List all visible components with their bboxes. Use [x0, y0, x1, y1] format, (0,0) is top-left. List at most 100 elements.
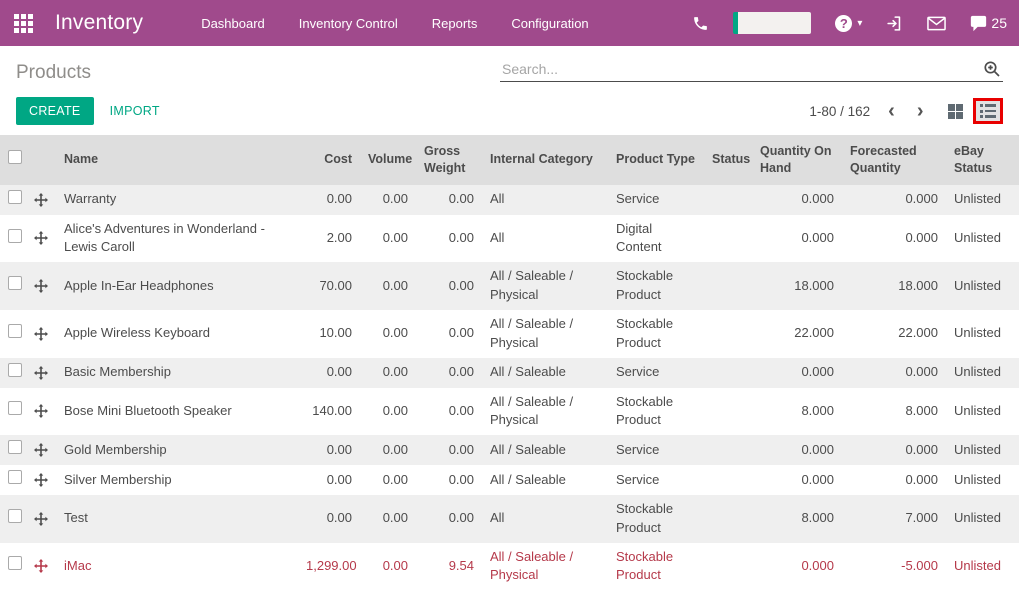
- row-checkbox[interactable]: [8, 228, 22, 243]
- cell-volume: 0.00: [382, 510, 408, 526]
- sign-in-icon[interactable]: [886, 15, 903, 32]
- row-checkbox[interactable]: [8, 189, 22, 204]
- header-volume[interactable]: Volume: [360, 135, 416, 185]
- menu-dashboard[interactable]: Dashboard: [201, 16, 265, 31]
- pager-previous-button[interactable]: ‹: [884, 101, 899, 121]
- cell-quantity-on-hand: 0.000: [801, 471, 834, 487]
- cell-ebay-status: Unlisted: [954, 441, 1001, 457]
- cell-forecasted-quantity: 18.000: [898, 277, 938, 293]
- menu-reports[interactable]: Reports: [432, 16, 478, 31]
- row-checkbox[interactable]: [8, 556, 22, 571]
- cell-product-type: Digital Content: [616, 220, 662, 255]
- search-zoom-icon[interactable]: [983, 60, 1001, 78]
- cell-forecasted-quantity: 0.000: [905, 471, 938, 487]
- row-checkbox[interactable]: [8, 470, 22, 485]
- drag-handle-icon[interactable]: [34, 365, 48, 380]
- app-title[interactable]: Inventory: [55, 11, 143, 35]
- cell-cost: 0.00: [326, 191, 352, 207]
- pager-next-button[interactable]: ›: [913, 101, 928, 121]
- cell-volume: 0.00: [382, 325, 408, 341]
- cell-status: [704, 495, 752, 543]
- cell-product-type: Service: [616, 471, 660, 487]
- cell-gross-weight: 9.54: [448, 557, 474, 573]
- cell-product-type: Stockable Product: [616, 548, 674, 583]
- create-button[interactable]: CREATE: [16, 97, 94, 125]
- cell-forecasted-quantity: 8.000: [905, 402, 938, 418]
- chat-bubble-icon[interactable]: 25: [970, 15, 1007, 32]
- table-row[interactable]: Bose Mini Bluetooth Speaker 140.00 0.00 …: [0, 387, 1019, 436]
- cell-forecasted-quantity: 0.000: [905, 191, 938, 207]
- cell-cost: 2.00: [326, 230, 352, 246]
- drag-handle-icon[interactable]: [34, 326, 48, 341]
- table-row[interactable]: Test 0.00 0.00 0.00 All Stockable Produc…: [0, 494, 1019, 543]
- cell-volume: 0.00: [382, 471, 408, 487]
- cell-cost: 10.00: [319, 325, 352, 341]
- header-gross-weight[interactable]: Gross Weight: [416, 135, 482, 185]
- table-row[interactable]: Apple Wireless Keyboard 10.00 0.00 0.00 …: [0, 309, 1019, 358]
- cell-quantity-on-hand: 8.000: [801, 402, 834, 418]
- apps-menu-icon[interactable]: [14, 13, 33, 33]
- header-cost[interactable]: Cost: [298, 135, 360, 185]
- row-checkbox[interactable]: [8, 276, 22, 291]
- import-button[interactable]: IMPORT: [110, 104, 160, 118]
- cell-forecasted-quantity: 7.000: [905, 510, 938, 526]
- header-internal-category[interactable]: Internal Category: [482, 135, 608, 185]
- drag-handle-icon[interactable]: [34, 472, 48, 487]
- row-checkbox[interactable]: [8, 440, 22, 455]
- table-row[interactable]: iMac 1,299.00 0.00 9.54 All / Saleable /…: [0, 542, 1019, 590]
- row-checkbox[interactable]: [8, 323, 22, 338]
- cell-volume: 0.00: [382, 441, 408, 457]
- cell-gross-weight: 0.00: [448, 364, 474, 380]
- cell-name: Warranty: [64, 191, 117, 207]
- cell-ebay-status: Unlisted: [954, 364, 1001, 380]
- header-status[interactable]: Status: [704, 135, 752, 185]
- drag-handle-icon[interactable]: [34, 443, 48, 458]
- drag-handle-icon[interactable]: [34, 279, 48, 294]
- messages-envelope-icon[interactable]: [927, 16, 947, 31]
- kanban-view-icon[interactable]: [947, 103, 963, 119]
- cell-quantity-on-hand: 18.000: [794, 277, 834, 293]
- cell-gross-weight: 0.00: [448, 277, 474, 293]
- search-input[interactable]: [502, 61, 983, 77]
- row-checkbox[interactable]: [8, 508, 22, 523]
- cell-status: [704, 310, 752, 358]
- top-navbar: Inventory Dashboard Inventory Control Re…: [0, 0, 1019, 46]
- cell-ebay-status: Unlisted: [954, 557, 1001, 573]
- help-menu[interactable]: ? ▾: [835, 14, 862, 32]
- drag-handle-icon[interactable]: [34, 404, 48, 419]
- menu-inventory-control[interactable]: Inventory Control: [299, 16, 398, 31]
- user-menu-redacted[interactable]: [733, 12, 812, 34]
- cell-internal-category: All: [490, 230, 505, 246]
- phone-icon[interactable]: [692, 15, 709, 32]
- row-checkbox[interactable]: [8, 401, 22, 416]
- cell-quantity-on-hand: 22.000: [794, 325, 834, 341]
- cell-cost: 1,299.00: [306, 557, 357, 573]
- cell-internal-category: All / Saleable: [490, 441, 566, 457]
- table-row[interactable]: Warranty 0.00 0.00 0.00 All Service 0.00…: [0, 184, 1019, 215]
- header-forecasted-quantity[interactable]: Forecasted Quantity: [842, 135, 946, 185]
- cell-cost: 140.00: [312, 402, 352, 418]
- cell-internal-category: All / Saleable: [490, 364, 566, 380]
- table-row[interactable]: Alice's Adventures in Wonderland - Lewis…: [0, 214, 1019, 263]
- drag-handle-icon[interactable]: [34, 511, 48, 526]
- cell-quantity-on-hand: 0.000: [801, 557, 834, 573]
- drag-handle-icon[interactable]: [34, 231, 48, 246]
- table-row[interactable]: Apple In-Ear Headphones 70.00 0.00 0.00 …: [0, 262, 1019, 310]
- header-name[interactable]: Name: [56, 135, 298, 185]
- cell-ebay-status: Unlisted: [954, 277, 1001, 293]
- row-checkbox[interactable]: [8, 362, 22, 377]
- menu-configuration[interactable]: Configuration: [511, 16, 588, 31]
- select-all-checkbox[interactable]: [8, 150, 22, 165]
- table-row[interactable]: Silver Membership 0.00 0.00 0.00 All / S…: [0, 465, 1019, 495]
- cell-product-type: Stockable Product: [616, 500, 674, 535]
- header-ebay-status[interactable]: eBay Status: [946, 135, 1019, 185]
- table-row[interactable]: Basic Membership 0.00 0.00 0.00 All / Sa…: [0, 357, 1019, 388]
- header-quantity-on-hand[interactable]: Quantity On Hand: [752, 135, 842, 185]
- drag-handle-icon[interactable]: [34, 192, 48, 207]
- list-view-button-highlighted[interactable]: [972, 98, 1003, 124]
- cell-volume: 0.00: [382, 191, 408, 207]
- table-row[interactable]: Gold Membership 0.00 0.00 0.00 All / Sal…: [0, 435, 1019, 466]
- cell-name: Basic Membership: [64, 364, 171, 380]
- header-product-type[interactable]: Product Type: [608, 135, 704, 185]
- drag-handle-icon[interactable]: [34, 559, 48, 574]
